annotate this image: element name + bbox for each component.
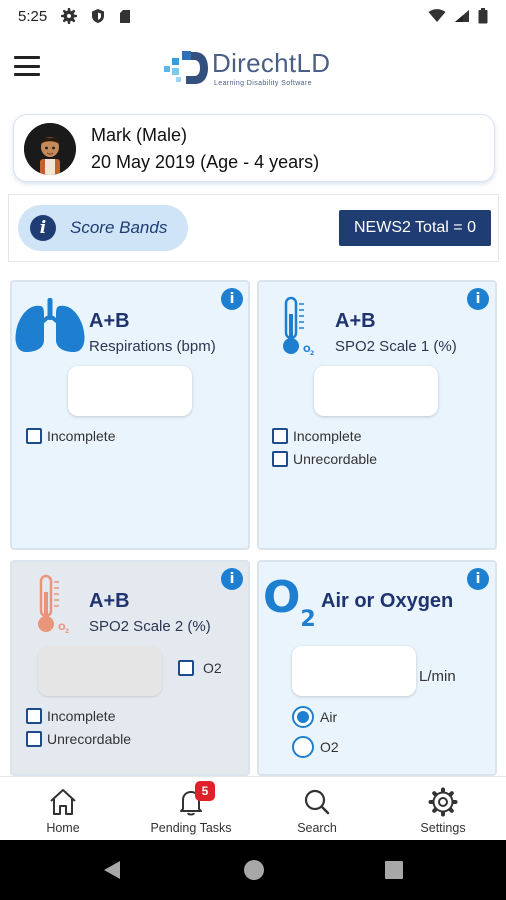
svg-text:2: 2 — [65, 628, 69, 635]
spo2-scale1-info-icon[interactable]: i — [467, 288, 489, 310]
back-icon[interactable] — [100, 858, 124, 882]
air-radio[interactable]: Air — [292, 706, 337, 728]
news2-total-badge: NEWS2 Total = 0 — [339, 210, 491, 246]
spo2-scale1-title: A+B — [335, 310, 376, 332]
spo2-scale2-panel: i O 2 A+B SPO2 Scale 2 (%) O2 Incomplete… — [10, 560, 250, 776]
logo-subtitle: Learning Disability Software — [214, 80, 312, 87]
respirations-title: A+B — [89, 310, 130, 332]
status-bar: 5:25 — [0, 0, 506, 32]
air-oxygen-unit: L/min — [419, 668, 456, 685]
checkbox-icon — [26, 731, 42, 747]
logo-mark-icon — [164, 51, 208, 84]
checkbox-icon — [26, 708, 42, 724]
score-bands-button[interactable]: i Score Bands — [18, 205, 188, 251]
spo2-scale2-subtitle: SPO2 Scale 2 (%) — [89, 618, 211, 635]
o2-radio[interactable]: O2 — [292, 736, 339, 758]
bell-icon: 5 — [175, 781, 215, 817]
pending-tasks-badge: 5 — [195, 781, 215, 801]
gear-icon — [427, 787, 459, 817]
nav-pending-tasks-label: Pending Tasks — [150, 821, 232, 835]
checkbox-label: Incomplete — [47, 428, 116, 444]
lungs-icon — [15, 298, 85, 352]
wifi-icon — [428, 9, 446, 22]
patient-avatar — [24, 123, 76, 175]
recents-icon[interactable] — [382, 858, 406, 882]
respirations-panel: i A+B Respirations (bpm) Incomplete — [10, 280, 250, 550]
spo2-scale2-title: A+B — [89, 590, 130, 612]
avatar-icon — [24, 123, 76, 175]
checkbox-label: Incomplete — [47, 708, 116, 724]
nav-settings[interactable]: Settings — [388, 777, 498, 841]
air-oxygen-input[interactable] — [292, 646, 416, 696]
status-time: 5:25 — [18, 7, 48, 25]
sd-card-status-icon — [120, 9, 131, 23]
app-logo: DirechtLD Learning Disability Software — [162, 44, 352, 92]
radio-unselected-icon — [292, 736, 314, 758]
spo2-scale2-unrecordable-checkbox[interactable]: Unrecordable — [26, 731, 131, 747]
nav-home-label: Home — [46, 821, 80, 835]
o2-icon: O2 — [263, 572, 316, 632]
checkbox-icon — [26, 428, 42, 444]
respirations-incomplete-checkbox[interactable]: Incomplete — [26, 428, 115, 444]
nav-home[interactable]: Home — [8, 777, 118, 841]
spo2-scale1-panel: i O 2 A+B SPO2 Scale 1 (%) Incomplete Un… — [257, 280, 497, 550]
checkbox-icon — [272, 428, 288, 444]
bottom-nav: Home 5 Pending Tasks Search Settings — [0, 776, 506, 840]
svg-text:2: 2 — [310, 350, 314, 357]
respirations-info-icon[interactable]: i — [221, 288, 243, 310]
checkbox-icon — [178, 660, 194, 676]
search-icon — [301, 787, 333, 817]
spo2-scale2-input[interactable] — [38, 646, 162, 696]
gear-status-icon — [61, 8, 78, 24]
checkbox-label: Unrecordable — [293, 451, 378, 467]
nav-settings-label: Settings — [420, 821, 466, 835]
nav-search[interactable]: Search — [262, 777, 372, 841]
nav-search-label: Search — [297, 821, 337, 835]
radio-label: Air — [320, 709, 338, 725]
logo-title: DirechtLD — [212, 48, 331, 78]
info-icon: i — [30, 215, 56, 241]
spo2-scale1-subtitle: SPO2 Scale 1 (%) — [335, 338, 457, 355]
respirations-subtitle: Respirations (bpm) — [89, 338, 216, 355]
home-circle-icon[interactable] — [242, 858, 266, 882]
signal-icon — [455, 10, 469, 22]
checkbox-label: O2 — [203, 660, 222, 676]
battery-icon — [478, 8, 488, 24]
spo2-scale1-input[interactable] — [314, 366, 438, 416]
checkbox-label: Unrecordable — [47, 731, 132, 747]
air-oxygen-title: Air or Oxygen — [321, 590, 454, 612]
radio-label: O2 — [320, 739, 339, 755]
hamburger-menu-icon[interactable] — [14, 56, 40, 76]
app-header: DirechtLD Learning Disability Software — [0, 36, 506, 100]
nav-pending-tasks[interactable]: 5 Pending Tasks — [136, 777, 246, 841]
score-row: i Score Bands NEWS2 Total = 0 — [8, 194, 499, 262]
radio-selected-icon — [292, 706, 314, 728]
system-nav-bar — [0, 840, 506, 900]
checkbox-label: Incomplete — [293, 428, 362, 444]
patient-card[interactable]: Mark (Male) 20 May 2019 (Age - 4 years) — [13, 114, 495, 182]
home-icon — [47, 787, 79, 817]
patient-dob: 20 May 2019 (Age - 4 years) — [91, 152, 320, 172]
air-oxygen-panel: i O2 Air or Oxygen L/min Air O2 — [257, 560, 497, 776]
shield-status-icon — [92, 9, 105, 23]
respirations-input[interactable] — [68, 366, 192, 416]
patient-name: Mark (Male) — [91, 125, 188, 145]
spo2-scale2-incomplete-checkbox[interactable]: Incomplete — [26, 708, 115, 724]
spo2-scale2-o2-checkbox[interactable]: O2 — [178, 660, 222, 676]
checkbox-icon — [272, 451, 288, 467]
thermometer-o2-icon: O 2 — [38, 574, 69, 635]
spo2-scale1-unrecordable-checkbox[interactable]: Unrecordable — [272, 451, 377, 467]
score-bands-label: Score Bands — [70, 218, 168, 237]
air-oxygen-info-icon[interactable]: i — [467, 568, 489, 590]
spo2-scale2-info-icon[interactable]: i — [221, 568, 243, 590]
spo2-scale1-incomplete-checkbox[interactable]: Incomplete — [272, 428, 361, 444]
thermometer-o2-icon: O 2 — [283, 296, 314, 357]
